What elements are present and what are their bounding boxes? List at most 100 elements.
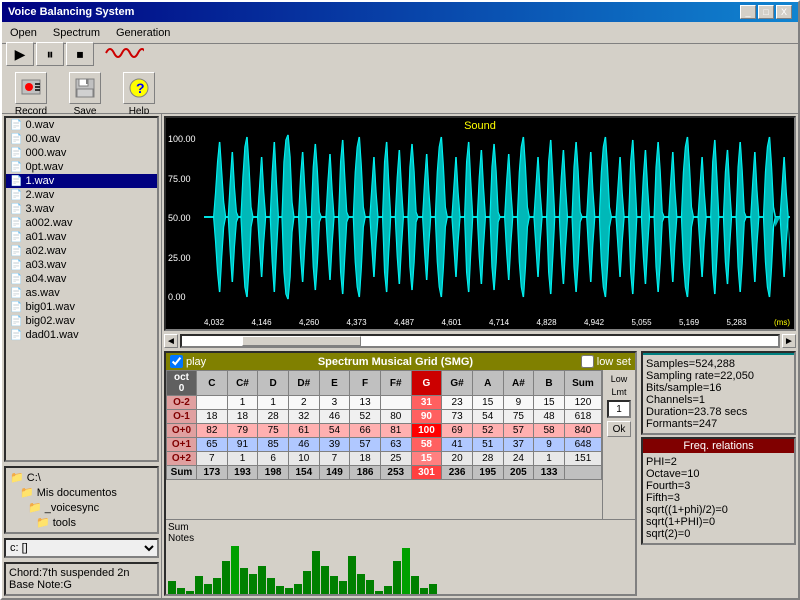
- bar: [168, 581, 176, 596]
- list-item[interactable]: 📄big02.wav: [6, 314, 157, 328]
- scroll-thumb[interactable]: [242, 336, 361, 346]
- table-row-o2: O+2 7 1 6 10 7 18 25 15: [167, 452, 602, 466]
- list-item[interactable]: 📄a04.wav: [6, 272, 157, 286]
- list-item[interactable]: 📄2.wav: [6, 188, 157, 202]
- list-item[interactable]: 📄0pt.wav: [6, 160, 157, 174]
- table-row-o0: O+0 82 79 75 61 54 66 81 100: [167, 424, 602, 438]
- list-item[interactable]: 📄a002.wav: [6, 216, 157, 230]
- sqrt3-line: sqrt(2)=0: [646, 528, 791, 540]
- bar: [204, 584, 212, 596]
- oct-col-header: oct 0: [167, 371, 197, 396]
- list-item[interactable]: 📄3.wav: [6, 202, 157, 216]
- lowset-label: low set: [597, 356, 631, 368]
- note-g-header: G: [411, 371, 442, 396]
- note-ds-header: D#: [288, 371, 319, 396]
- scroll-left-button[interactable]: ◄: [164, 334, 178, 348]
- smg-content: oct 0 C C# D D# E F F# G: [166, 370, 635, 519]
- note-fs-header: F#: [380, 371, 411, 396]
- stop-button[interactable]: ⏹: [66, 42, 94, 66]
- bar: [177, 588, 185, 596]
- sum-notes-label: SumNotes: [168, 522, 633, 544]
- folder-c[interactable]: 📁 C:\: [8, 470, 155, 485]
- sqrt2-line: sqrt(1+PHI)=0: [646, 516, 791, 528]
- y-label-100: 100.00: [168, 134, 196, 144]
- bar: [348, 556, 356, 596]
- list-item[interactable]: 📄a03.wav: [6, 258, 157, 272]
- note-c-header: C: [197, 371, 228, 396]
- table-row-o1: O+1 65 91 85 46 39 57 63 58: [167, 438, 602, 452]
- note-as-header: A#: [503, 371, 534, 396]
- wave-icon: [104, 41, 144, 65]
- bar: [303, 571, 311, 596]
- bar: [384, 586, 392, 596]
- fifth-line: Fifth=3: [646, 492, 791, 504]
- scroll-right-button[interactable]: ►: [782, 334, 796, 348]
- list-item[interactable]: 📄a02.wav: [6, 244, 157, 258]
- bar-chart: [168, 546, 633, 596]
- smg-table: oct 0 C C# D D# E F F# G: [166, 370, 602, 480]
- waveform-svg: [204, 132, 790, 302]
- sqrt1-line: sqrt((1+phi)/2)=0: [646, 504, 791, 516]
- pause-button[interactable]: ⏸: [36, 42, 64, 66]
- lowset-checkbox[interactable]: [581, 355, 594, 368]
- play-label: play: [186, 356, 206, 368]
- menu-open[interactable]: Open: [2, 25, 45, 41]
- waveform-scrollbar: ◄ ►: [164, 333, 796, 349]
- list-item[interactable]: 📄a01.wav: [6, 230, 157, 244]
- phi-line: PHI=2: [646, 456, 791, 468]
- note-gs-header: G#: [442, 371, 473, 396]
- table-row-o-1: O-1 18 18 28 32 46 52 80 90: [167, 410, 602, 424]
- menu-spectrum[interactable]: Spectrum: [45, 25, 108, 41]
- minimize-button[interactable]: _: [740, 5, 756, 19]
- info-panel: Samples=524,288 Sampling rate=22,050 Bit…: [641, 351, 796, 596]
- drive-dropdown[interactable]: c: []: [4, 538, 159, 558]
- menu-generation[interactable]: Generation: [108, 25, 178, 41]
- sidebar: 📄0.wav 📄00.wav 📄000.wav 📄0pt.wav 📄1.wav …: [2, 114, 162, 598]
- chord-info: Chord:7th suspended 2n Base Note:G: [4, 562, 159, 596]
- smg-title: Spectrum Musical Grid (SMG): [210, 356, 581, 368]
- play-button[interactable]: ▶: [6, 42, 34, 66]
- list-item[interactable]: 📄dad01.wav: [6, 328, 157, 342]
- bar: [339, 581, 347, 596]
- bits-line: Bits/sample=16: [646, 382, 791, 394]
- sampling-rate-line: Sampling rate=22,050: [646, 370, 791, 382]
- maximize-button[interactable]: □: [758, 5, 774, 19]
- list-item-selected[interactable]: 📄1.wav: [6, 174, 157, 188]
- sum-row-label: Sum: [167, 466, 197, 480]
- list-item[interactable]: 📄000.wav: [6, 146, 157, 160]
- list-item[interactable]: 📄00.wav: [6, 132, 157, 146]
- y-label-25: 25.00: [168, 253, 196, 263]
- folder-tools[interactable]: 📁 tools: [8, 515, 155, 530]
- help-button[interactable]: ? Help: [114, 72, 164, 117]
- list-item[interactable]: 📄big01.wav: [6, 300, 157, 314]
- smg-table-wrapper[interactable]: oct 0 C C# D D# E F F# G: [166, 370, 602, 519]
- ok-button[interactable]: Ok: [607, 421, 631, 437]
- bar: [294, 584, 302, 596]
- bar: [222, 561, 230, 596]
- play-checkbox[interactable]: [170, 355, 183, 368]
- record-button[interactable]: Record: [6, 72, 56, 117]
- title-bar-controls: _ □ X: [740, 5, 792, 19]
- smg-panel: play Spectrum Musical Grid (SMG) low set: [164, 351, 637, 596]
- bar: [186, 591, 194, 596]
- list-item[interactable]: 📄0.wav: [6, 118, 157, 132]
- list-item[interactable]: 📄as.wav: [6, 286, 157, 300]
- scroll-track[interactable]: [180, 334, 780, 348]
- save-button[interactable]: Save: [60, 72, 110, 117]
- duration-line: Duration=23.78 secs: [646, 406, 791, 418]
- bar: [195, 576, 203, 596]
- freq-relations-box: Freq. relations PHI=2 Octave=10 Fourth=3…: [641, 437, 796, 545]
- low-lmt-input[interactable]: [607, 400, 631, 418]
- note-a-header: A: [472, 371, 503, 396]
- bar: [429, 584, 437, 596]
- close-button[interactable]: X: [776, 5, 792, 19]
- drive-selector: c: []: [4, 538, 159, 558]
- help-icon: ?: [123, 72, 155, 104]
- chord-line1: Chord:7th suspended 2n: [9, 567, 154, 579]
- folder-mis-documentos[interactable]: 📁 Mis documentos: [8, 485, 155, 500]
- folder-voicesync[interactable]: 📁 _voicesync: [8, 500, 155, 515]
- file-list[interactable]: 📄0.wav 📄00.wav 📄000.wav 📄0pt.wav 📄1.wav …: [4, 116, 159, 462]
- bar-peak: [231, 546, 239, 596]
- g-val-o2b: 15: [411, 452, 442, 466]
- low-lmt-control: Low Lmt Ok: [602, 370, 635, 519]
